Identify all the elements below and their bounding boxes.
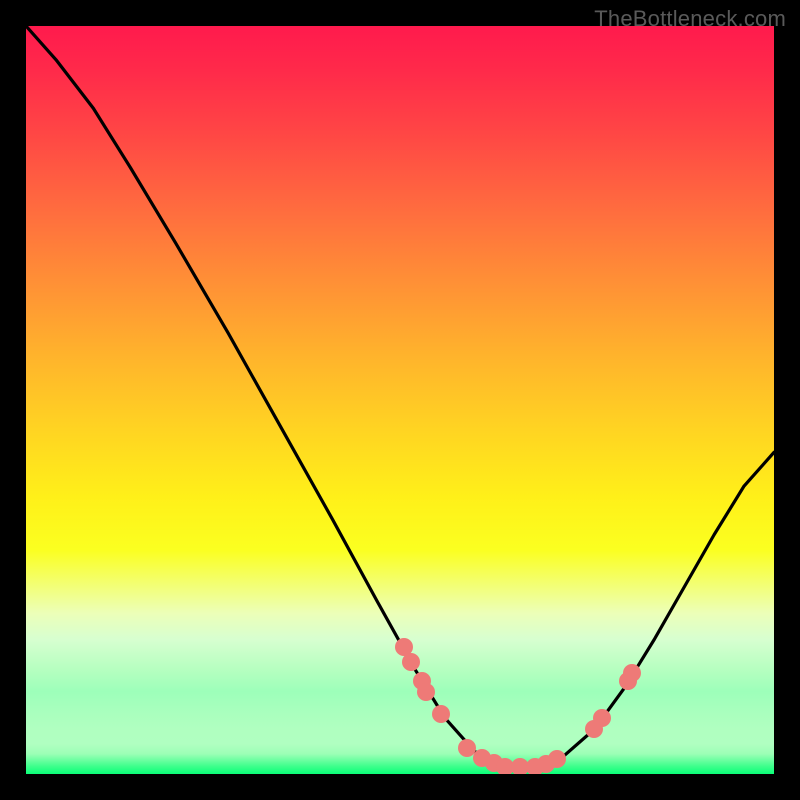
data-point [548,750,566,768]
data-point [402,653,420,671]
data-point [417,683,435,701]
data-point [593,709,611,727]
bottleneck-curve [26,26,774,774]
plot-area [26,26,774,774]
data-point [623,664,641,682]
chart-canvas: TheBottleneck.com [0,0,800,800]
data-point [432,705,450,723]
